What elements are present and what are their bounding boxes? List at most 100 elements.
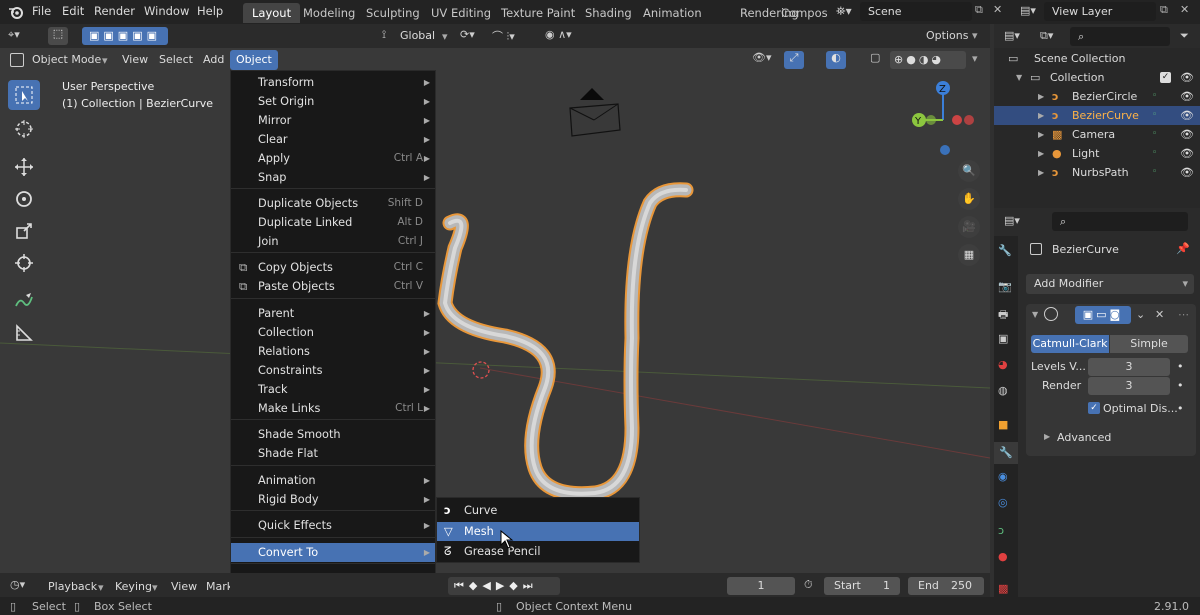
- outliner-collection[interactable]: ▼ ▭ Collection ✓ 👁: [994, 68, 1200, 87]
- menu-item-paste-objects[interactable]: ⧉ Paste Objects Ctrl V: [231, 277, 435, 296]
- scene-field[interactable]: Scene: [860, 2, 972, 21]
- advanced-expand-icon[interactable]: ▶: [1044, 432, 1050, 441]
- end-frame-field[interactable]: End 250: [908, 577, 984, 595]
- tab-sculpting[interactable]: Sculpting: [357, 3, 429, 23]
- scale-tool-icon[interactable]: [8, 216, 40, 246]
- pin-icon[interactable]: 📌: [1176, 242, 1190, 255]
- menu-item-duplicate-objects[interactable]: Duplicate Objects Shift D: [231, 194, 435, 213]
- annotate-tool-icon[interactable]: [8, 286, 40, 316]
- playback-controls[interactable]: ⏮◆◀▶◆⏭: [448, 577, 560, 595]
- modifier-menu-icon[interactable]: ⌄: [1136, 308, 1145, 321]
- outliner-item-light[interactable]: ▶ ● Light ◦ 👁: [994, 144, 1200, 163]
- scene-tab-icon[interactable]: ◕: [998, 358, 1008, 371]
- output-tab-icon[interactable]: 🖶: [998, 306, 1008, 325]
- catmull-clark-button[interactable]: Catmull-Clark: [1031, 335, 1109, 353]
- visibility-icon[interactable]: 👁▾: [752, 51, 772, 64]
- outliner-display-icon[interactable]: ⧉▾: [1040, 29, 1053, 43]
- perspective-toggle-icon[interactable]: ▦: [958, 244, 980, 266]
- menu-item-transform[interactable]: Transform ▶: [231, 73, 435, 92]
- transform-tool-icon[interactable]: [8, 248, 40, 278]
- gizmo-toggle-icon[interactable]: ⤢: [784, 51, 804, 69]
- menu-item-rigid-body[interactable]: Rigid Body ▶: [231, 490, 435, 509]
- properties-search-input[interactable]: ⌕: [1052, 212, 1188, 231]
- tab-animation[interactable]: Animation: [634, 3, 711, 23]
- render-tab-icon[interactable]: 📷: [998, 280, 1012, 293]
- outliner-item-nurbspath[interactable]: ▶ ↄ NurbsPath ◦ 👁: [994, 163, 1200, 182]
- add-modifier-dropdown[interactable]: Add Modifier ▾: [1026, 274, 1194, 294]
- timeline-editor-icon[interactable]: ◷▾: [10, 578, 25, 591]
- data-icon[interactable]: ◦: [1152, 87, 1157, 106]
- view-layer-field[interactable]: View Layer: [1044, 2, 1156, 21]
- clock-icon[interactable]: ⏱: [804, 578, 813, 592]
- menu-item-relations[interactable]: Relations ▶: [231, 342, 435, 361]
- expand-icon[interactable]: ▶: [1038, 106, 1044, 125]
- material-tab-icon[interactable]: ●: [998, 550, 1008, 563]
- menu-item-join[interactable]: Join Ctrl J: [231, 232, 435, 251]
- convert-grease-pencil-item[interactable]: ᘔ Grease Pencil: [437, 542, 639, 561]
- modifier-remove-icon[interactable]: ✕: [1155, 308, 1164, 321]
- camera-data-icon[interactable]: ◦: [1152, 125, 1157, 144]
- menu-edit[interactable]: Edit: [62, 4, 84, 18]
- modifier-tab-icon[interactable]: 🔧: [994, 442, 1018, 464]
- eye-icon[interactable]: 👁: [1180, 144, 1194, 163]
- scene-copy-icon[interactable]: ⧉: [975, 3, 989, 19]
- data-icon[interactable]: ◦: [1152, 163, 1157, 182]
- menu-render[interactable]: Render: [94, 4, 135, 18]
- tab-modeling[interactable]: Modeling: [294, 3, 364, 23]
- tab-texture-paint[interactable]: Texture Paint: [492, 3, 584, 23]
- eye-icon[interactable]: 👁: [1180, 163, 1194, 182]
- proportional-edit-icon[interactable]: ◉ ∧▾: [545, 28, 572, 41]
- menu-item-set-origin[interactable]: Set Origin ▶: [231, 92, 435, 111]
- transform-orientation[interactable]: Global: [400, 29, 435, 42]
- filter-icon[interactable]: ⏷: [1180, 29, 1189, 43]
- options-dropdown[interactable]: Options ▾: [926, 27, 986, 45]
- menu-view[interactable]: View: [122, 53, 148, 66]
- data-tab-icon[interactable]: ↄ: [998, 524, 1004, 537]
- expand-icon[interactable]: ▶: [1038, 87, 1044, 106]
- outliner-item-camera[interactable]: ▶ ▩ Camera ◦ 👁: [994, 125, 1200, 144]
- render-levels-field[interactable]: 3: [1088, 377, 1170, 395]
- modifier-icon[interactable]: ◦: [1152, 106, 1157, 125]
- modifier-visibility-toggles[interactable]: ▣▭◙: [1075, 306, 1131, 324]
- advanced-panel-label[interactable]: Advanced: [1057, 431, 1111, 444]
- world-tab-icon[interactable]: ◍: [998, 384, 1008, 397]
- camera-view-icon[interactable]: 🎥: [958, 216, 980, 238]
- shading-popover-icon[interactable]: ▾: [972, 52, 978, 65]
- expand-icon[interactable]: ▶: [1038, 163, 1044, 182]
- texture-tab-icon[interactable]: ▩: [998, 582, 1008, 595]
- object-mode-icon[interactable]: [10, 53, 24, 67]
- view-layer-copy-icon[interactable]: ⧉: [1160, 3, 1168, 17]
- object-mode-dropdown[interactable]: Object Mode: [32, 53, 101, 66]
- menu-file[interactable]: File: [32, 4, 51, 18]
- eye-icon[interactable]: 👁: [1180, 125, 1194, 144]
- menu-select[interactable]: Select: [159, 53, 193, 66]
- eye-icon[interactable]: 👁: [1180, 87, 1194, 106]
- current-frame-field[interactable]: 1: [727, 577, 795, 595]
- particles-tab-icon[interactable]: ◉: [998, 470, 1008, 483]
- modifier-collapse-icon[interactable]: ▼: [1032, 310, 1038, 319]
- menu-item-collection[interactable]: Collection ▶: [231, 323, 435, 342]
- levels-viewport-field[interactable]: 3: [1088, 358, 1170, 376]
- blender-logo-icon[interactable]: [8, 5, 24, 19]
- select-mode-icon[interactable]: ⬚: [48, 27, 68, 45]
- tab-layout[interactable]: Layout: [243, 3, 301, 23]
- eye-icon[interactable]: 👁: [1180, 106, 1194, 125]
- select-tool-icon[interactable]: [8, 80, 40, 110]
- rotate-tool-icon[interactable]: [8, 184, 40, 214]
- keying-chevron-icon[interactable]: ▾: [152, 581, 158, 594]
- menu-item-convert-to[interactable]: Convert To ▶: [231, 543, 435, 562]
- properties-editor-icon[interactable]: ▤▾: [1004, 214, 1020, 227]
- simple-button[interactable]: Simple: [1110, 335, 1188, 353]
- outliner-search-input[interactable]: ⌕: [1070, 27, 1170, 46]
- tab-uv-editing[interactable]: UV Editing: [422, 3, 500, 23]
- menu-item-shade-smooth[interactable]: Shade Smooth: [231, 425, 435, 444]
- timeline-view-menu[interactable]: View: [171, 580, 197, 593]
- menu-item-mirror[interactable]: Mirror ▶: [231, 111, 435, 130]
- render-keyframe-dot-icon[interactable]: •: [1177, 379, 1184, 392]
- cursor-tool-icon[interactable]: [8, 114, 40, 144]
- move-tool-icon[interactable]: [8, 152, 40, 182]
- light-data-icon[interactable]: ◦: [1152, 144, 1157, 163]
- expand-icon[interactable]: ▼: [1016, 68, 1022, 87]
- tool-tab-icon[interactable]: 🔧: [998, 244, 1012, 257]
- menu-item-snap[interactable]: Snap ▶: [231, 168, 435, 187]
